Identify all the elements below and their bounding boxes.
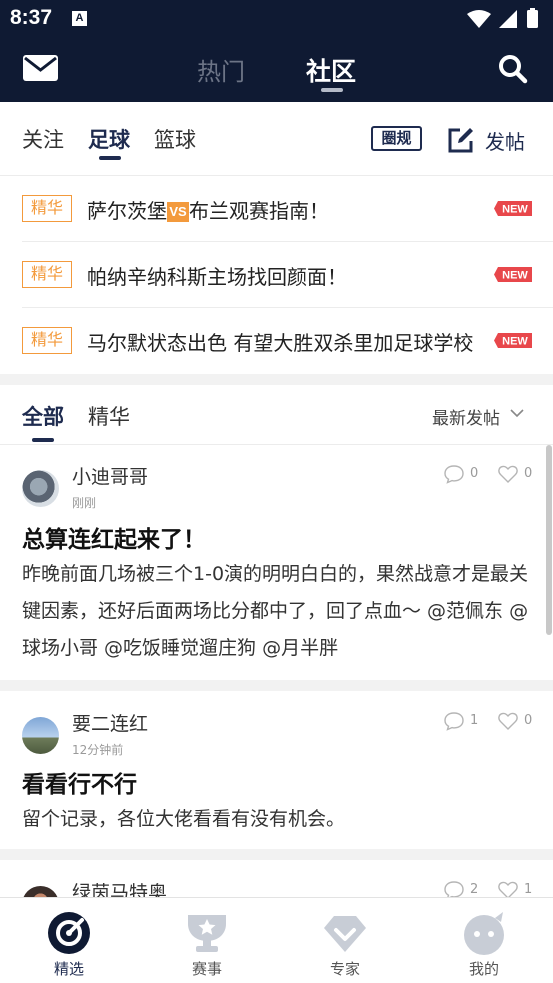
target-icon	[48, 912, 90, 954]
post-separator	[0, 680, 553, 691]
comment-count[interactable]: 1	[443, 711, 483, 733]
status-bar: 8:37 A	[0, 0, 553, 38]
nav-matches-label: 赛事	[191, 960, 222, 978]
sport-tabs: 关注 足球 篮球 圈规 发帖	[0, 102, 553, 176]
notification-icon: A	[72, 11, 87, 26]
trophy-icon	[188, 915, 226, 952]
featured-title: 马尔默状态出色 有望大胜双杀里加足球学校	[87, 331, 474, 355]
chevron-down-icon[interactable]	[509, 407, 525, 419]
nav-featured[interactable]: 精选	[19, 898, 119, 983]
tab-community[interactable]: 社区	[306, 52, 356, 88]
comment-count[interactable]: 0	[443, 464, 483, 486]
post-card[interactable]: 要二连红 12分钟前 1 0 看看行不行 留个记录，各位大佬看看有没有机会。	[0, 691, 553, 849]
featured-title: 帕纳辛纳科斯主场找回颜面！	[87, 265, 347, 289]
post-card[interactable]: 绿茵马特奥 2 1	[0, 860, 553, 897]
sort-dropdown[interactable]: 最新发帖	[432, 404, 500, 429]
new-badge-text: NEW	[502, 270, 528, 282]
heart-icon	[498, 465, 518, 483]
signal-icon	[499, 10, 517, 28]
active-subtab-indicator	[99, 156, 121, 160]
post-body[interactable]: 昨晚前面几场被三个1-0演的明明白白的，果然战意才是最关键因素，还好后面两场比分…	[22, 556, 537, 667]
new-badge: NEW	[494, 267, 532, 282]
tab-all[interactable]: 全部	[22, 401, 64, 431]
featured-item[interactable]: 精华 帕纳辛纳科斯主场找回颜面！ NEW	[0, 242, 553, 308]
post-time: 刚刚	[72, 496, 97, 510]
comment-count[interactable]: 2	[443, 880, 483, 897]
new-post-label: 发帖	[485, 130, 525, 154]
username[interactable]: 绿茵马特奥	[72, 878, 167, 897]
like-count-value: 1	[524, 882, 533, 897]
like-count[interactable]: 0	[497, 711, 537, 733]
avatar[interactable]	[22, 717, 59, 754]
heart-icon	[498, 712, 518, 730]
post-title[interactable]: 看看行不行	[22, 765, 137, 799]
featured-title-part: 布兰观赛指南！	[189, 199, 329, 223]
tab-hot[interactable]: 热门	[197, 52, 245, 87]
shield-check-icon	[324, 916, 366, 952]
battery-icon	[527, 10, 538, 28]
heart-icon	[498, 881, 518, 897]
status-time: 8:37	[10, 6, 53, 29]
essence-tag: 精华	[22, 261, 72, 288]
feed-tabs: 全部 精华 最新发帖	[0, 385, 553, 445]
essence-tag: 精华	[22, 195, 72, 222]
like-count[interactable]: 1	[497, 880, 537, 897]
mascot-icon	[464, 912, 504, 955]
comment-icon	[444, 881, 464, 897]
post-card[interactable]: 小迪哥哥 刚刚 0 0 总算连红起来了！ 昨晚前面几场被三个1-0演的明明白白的…	[0, 446, 553, 680]
scrollbar[interactable]	[546, 445, 552, 635]
nav-featured-label: 精选	[53, 960, 84, 978]
search-icon[interactable]	[498, 54, 528, 84]
new-badge-text: NEW	[502, 204, 528, 216]
featured-title: 萨尔茨堡 VS 布兰观赛指南！	[87, 195, 329, 224]
nav-me[interactable]: 我的	[434, 898, 534, 983]
comment-count-value: 1	[470, 713, 479, 728]
active-feedtab-indicator	[32, 438, 54, 442]
active-tab-indicator	[321, 88, 343, 92]
like-count-value: 0	[524, 466, 533, 481]
new-post-button[interactable]: 发帖	[447, 124, 537, 156]
comment-count-value: 2	[470, 882, 479, 897]
vs-badge: VS	[167, 202, 189, 222]
new-badge: NEW	[494, 201, 532, 216]
nav-matches[interactable]: 赛事	[157, 898, 257, 983]
post-time: 12分钟前	[72, 743, 124, 757]
tab-essence[interactable]: 精华	[88, 401, 130, 431]
section-gap	[0, 374, 553, 385]
tab-follow[interactable]: 关注	[22, 124, 64, 154]
comment-icon	[444, 712, 464, 731]
mail-icon[interactable]	[22, 54, 59, 82]
comment-icon	[444, 465, 464, 484]
avatar[interactable]	[22, 886, 59, 897]
top-header: 热门 社区	[0, 38, 553, 102]
tab-basketball[interactable]: 篮球	[154, 124, 196, 154]
post-body[interactable]: 留个记录，各位大佬看看有没有机会。	[22, 801, 537, 838]
wifi-icon	[467, 10, 491, 28]
new-badge: NEW	[494, 333, 532, 348]
nav-experts[interactable]: 专家	[295, 898, 395, 983]
essence-tag: 精华	[22, 327, 72, 354]
app-screen: 8:37 A 热门 社区 关注 足球 篮球 圈规 发帖 精华 萨尔茨堡 VS 布…	[0, 0, 553, 983]
featured-title-part: 萨尔茨堡	[87, 199, 167, 223]
tab-football[interactable]: 足球	[88, 124, 130, 154]
comment-count-value: 0	[470, 466, 479, 481]
new-badge-text: NEW	[502, 336, 528, 348]
like-count-value: 0	[524, 713, 533, 728]
like-count[interactable]: 0	[497, 464, 537, 486]
avatar[interactable]	[22, 470, 59, 507]
nav-me-label: 我的	[468, 960, 499, 978]
featured-item[interactable]: 精华 马尔默状态出色 有望大胜双杀里加足球学校 NEW	[0, 308, 553, 374]
username[interactable]: 小迪哥哥	[72, 462, 148, 489]
username[interactable]: 要二连红	[72, 709, 148, 736]
post-title[interactable]: 总算连红起来了！	[22, 520, 206, 554]
circle-rules-button[interactable]: 圈规	[371, 126, 422, 151]
featured-list: 精华 萨尔茨堡 VS 布兰观赛指南！ NEW 精华 帕纳辛纳科斯主场找回颜面！ NE…	[0, 176, 553, 374]
nav-experts-label: 专家	[329, 960, 360, 978]
bottom-nav: 精选 赛事 专家 我的	[0, 897, 553, 983]
featured-item[interactable]: 精华 萨尔茨堡 VS 布兰观赛指南！ NEW	[0, 176, 553, 242]
system-status-icons	[467, 8, 538, 28]
post-separator	[0, 849, 553, 860]
edit-icon	[448, 128, 473, 153]
